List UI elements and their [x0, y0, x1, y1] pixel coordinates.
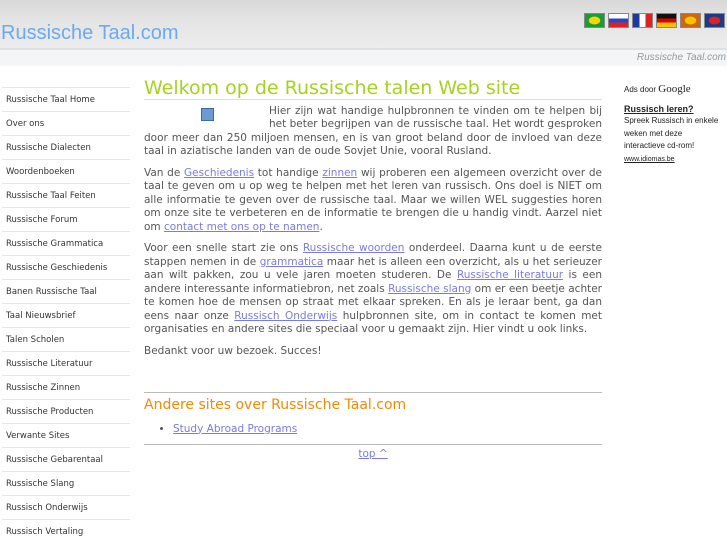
ad-text: Spreek Russisch in enkele weken met deze… — [624, 116, 719, 150]
inline-link[interactable]: contact met ons op te namen — [164, 221, 319, 233]
inline-link[interactable]: Russische literatuur — [457, 269, 563, 281]
sidebar-item[interactable]: Woordenboeken — [2, 159, 130, 183]
sidebar-item[interactable]: Taal Nieuwsbrief — [2, 303, 130, 327]
site-title[interactable]: Russische Taal.com — [1, 22, 178, 45]
subheader-strip: Russische Taal.com — [0, 48, 727, 66]
other-sites-list: Study Abroad Programs — [144, 423, 602, 437]
paragraph-3: Voor een snelle start zie ons Russische … — [144, 242, 602, 337]
sidebar-nav: Russische Taal Home Over ons Russische Dia… — [2, 87, 130, 543]
sidebar-item[interactable]: Russische Taal Home — [2, 87, 130, 111]
subtitle: Russische Taal.com — [636, 52, 726, 63]
inline-link[interactable]: Geschiedenis — [184, 167, 254, 179]
inline-link[interactable]: Russische woorden — [303, 242, 405, 254]
flag-uk-icon[interactable] — [704, 13, 725, 28]
flag-brazil-icon[interactable] — [584, 13, 605, 28]
sidebar-item[interactable]: Russische Forum — [2, 207, 130, 231]
ads-label: Ads door — [624, 85, 657, 94]
sidebar-item[interactable]: Russische Literatuur — [2, 351, 130, 375]
sidebar-item[interactable]: Over ons — [2, 111, 130, 135]
page-title: Welkom op de Russische talen Web site — [144, 79, 602, 100]
sidebar-item[interactable]: Russische Gebarentaal — [2, 447, 130, 471]
top-bar: top ^ — [144, 444, 602, 462]
paragraph-2: Van de Geschiedenis tot handige zinnen w… — [144, 167, 602, 235]
flag-france-icon[interactable] — [632, 13, 653, 28]
sidebar-item[interactable]: Verwante Sites — [2, 423, 130, 447]
inline-link[interactable]: Russisch Onderwijs — [234, 310, 337, 322]
text: . — [319, 220, 323, 233]
sidebar-item[interactable]: Russische Producten — [2, 399, 130, 423]
thanks-paragraph: Bedankt voor uw bezoek. Succes! — [144, 344, 322, 357]
ad-title[interactable]: Russisch leren? — [624, 103, 724, 116]
image-placeholder-icon — [201, 107, 214, 121]
sidebar-item[interactable]: Russische Slang — [2, 471, 130, 495]
main-content: Welkom op de Russische talen Web site Hi… — [144, 79, 602, 462]
flag-russia-icon[interactable] — [608, 13, 629, 28]
flag-spain-icon[interactable] — [680, 13, 701, 28]
study-abroad-link[interactable]: Study Abroad Programs — [173, 423, 297, 435]
flag-germany-icon[interactable] — [656, 13, 677, 28]
sidebar-item[interactable]: Russische Geschiedenis — [2, 255, 130, 279]
other-sites-heading: Andere sites over Russische Taal.com — [144, 392, 602, 419]
list-item: Study Abroad Programs — [173, 423, 602, 437]
sidebar-item[interactable]: Russische Zinnen — [2, 375, 130, 399]
text: Voor een snelle start zie ons — [144, 242, 303, 254]
sidebar-item[interactable]: Russische Dialecten — [2, 135, 130, 159]
inline-link[interactable]: grammatica — [260, 256, 324, 268]
google-logo: Google — [658, 83, 691, 95]
ad-url[interactable]: www.idiomas.be — [624, 156, 675, 163]
sidebar-item[interactable]: Talen Scholen — [2, 327, 130, 351]
inline-link[interactable]: zinnen — [322, 167, 357, 179]
top-link[interactable]: top ^ — [358, 448, 387, 460]
sidebar-item[interactable]: Russische Taal Feiten — [2, 183, 130, 207]
sidebar-item[interactable]: Banen Russische Taal — [2, 279, 130, 303]
text: Van de — [144, 166, 185, 179]
header: Russische Taal.com — [0, 0, 727, 48]
sidebar-item[interactable]: Russische Grammatica — [2, 231, 130, 255]
broken-image — [144, 105, 269, 131]
sidebar-item[interactable]: Russisch Onderwijs — [2, 495, 130, 519]
text: tot handige — [254, 166, 323, 179]
language-flags — [584, 13, 725, 28]
google-ads: Ads door Google Russisch leren? Spreek R… — [624, 83, 724, 166]
sidebar-item[interactable]: Russisch Vertaling — [2, 519, 130, 543]
inline-link[interactable]: Russische slang — [388, 283, 471, 295]
